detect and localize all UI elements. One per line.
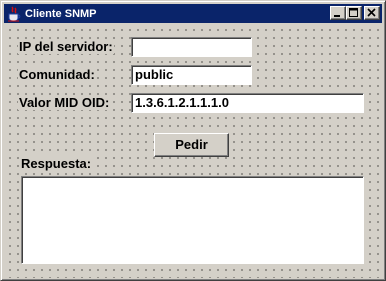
oid-input[interactable]: 1.3.6.1.2.1.1.1.0 xyxy=(131,93,364,113)
response-textarea[interactable] xyxy=(21,176,364,264)
minimize-button[interactable] xyxy=(330,6,346,20)
maximize-icon xyxy=(349,8,358,17)
snmp-client-window: Cliente SNMP IP del servidor: Comunidad:… xyxy=(0,0,386,281)
oid-label: Valor MID OID: xyxy=(18,95,111,110)
community-input[interactable]: public xyxy=(131,65,252,85)
submit-button[interactable]: Pedir xyxy=(154,133,229,157)
response-label: Respuesta: xyxy=(20,156,93,171)
community-label: Comunidad: xyxy=(18,67,96,82)
ip-label: IP del servidor: xyxy=(18,39,114,54)
minimize-icon xyxy=(334,15,340,17)
window-controls xyxy=(330,6,380,20)
form-area: IP del servidor: Comunidad: public Valor… xyxy=(4,24,382,278)
ip-input[interactable] xyxy=(131,37,252,57)
close-icon xyxy=(367,8,376,17)
title-bar[interactable]: Cliente SNMP xyxy=(4,4,382,23)
close-button[interactable] xyxy=(364,6,380,20)
maximize-button[interactable] xyxy=(346,6,362,20)
java-cup-icon[interactable] xyxy=(6,5,22,22)
window-title: Cliente SNMP xyxy=(25,7,97,20)
